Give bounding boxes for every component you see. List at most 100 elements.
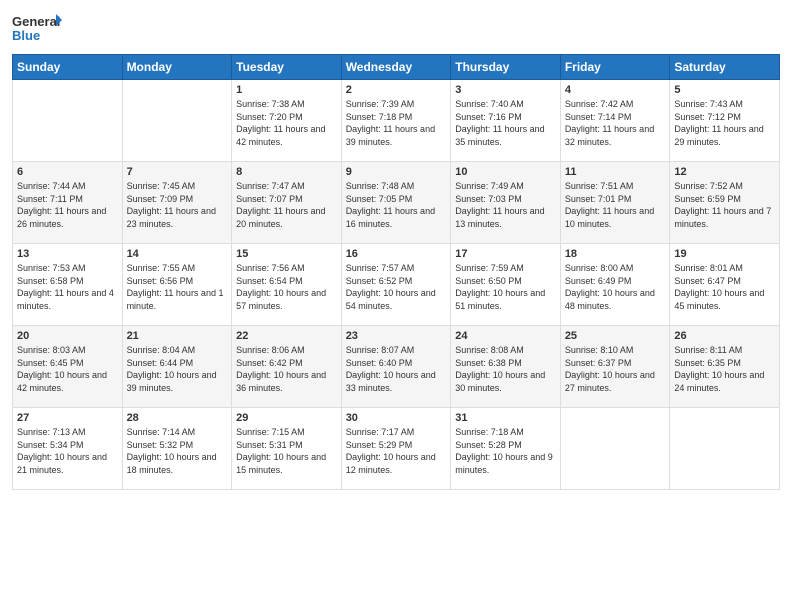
weekday-header-friday: Friday [560,55,670,80]
calendar-cell: 19 Sunrise: 8:01 AMSunset: 6:47 PMDaylig… [670,244,780,326]
calendar-cell: 18 Sunrise: 8:00 AMSunset: 6:49 PMDaylig… [560,244,670,326]
calendar-cell [13,80,123,162]
cell-details: Sunrise: 7:40 AMSunset: 7:16 PMDaylight:… [455,99,544,147]
calendar-cell: 27 Sunrise: 7:13 AMSunset: 5:34 PMDaylig… [13,408,123,490]
cell-details: Sunrise: 7:47 AMSunset: 7:07 PMDaylight:… [236,181,325,229]
day-number: 9 [346,166,447,178]
calendar-cell: 10 Sunrise: 7:49 AMSunset: 7:03 PMDaylig… [451,162,561,244]
calendar-cell: 16 Sunrise: 7:57 AMSunset: 6:52 PMDaylig… [341,244,451,326]
calendar-cell: 17 Sunrise: 7:59 AMSunset: 6:50 PMDaylig… [451,244,561,326]
day-number: 23 [346,330,447,342]
day-number: 16 [346,248,447,260]
day-number: 27 [17,412,118,424]
cell-details: Sunrise: 7:15 AMSunset: 5:31 PMDaylight:… [236,427,326,475]
day-number: 21 [127,330,228,342]
day-number: 10 [455,166,556,178]
day-number: 26 [674,330,775,342]
cell-details: Sunrise: 7:43 AMSunset: 7:12 PMDaylight:… [674,99,763,147]
day-number: 5 [674,84,775,96]
calendar-cell [560,408,670,490]
day-number: 29 [236,412,337,424]
weekday-header-wednesday: Wednesday [341,55,451,80]
calendar-cell: 9 Sunrise: 7:48 AMSunset: 7:05 PMDayligh… [341,162,451,244]
day-number: 3 [455,84,556,96]
day-number: 14 [127,248,228,260]
calendar-cell: 30 Sunrise: 7:17 AMSunset: 5:29 PMDaylig… [341,408,451,490]
day-number: 18 [565,248,666,260]
cell-details: Sunrise: 7:52 AMSunset: 6:59 PMDaylight:… [674,181,771,229]
calendar-cell: 8 Sunrise: 7:47 AMSunset: 7:07 PMDayligh… [232,162,342,244]
weekday-header-thursday: Thursday [451,55,561,80]
day-number: 22 [236,330,337,342]
calendar-cell: 23 Sunrise: 8:07 AMSunset: 6:40 PMDaylig… [341,326,451,408]
day-number: 13 [17,248,118,260]
calendar-cell: 1 Sunrise: 7:38 AMSunset: 7:20 PMDayligh… [232,80,342,162]
cell-details: Sunrise: 7:56 AMSunset: 6:54 PMDaylight:… [236,263,326,311]
cell-details: Sunrise: 7:17 AMSunset: 5:29 PMDaylight:… [346,427,436,475]
cell-details: Sunrise: 8:00 AMSunset: 6:49 PMDaylight:… [565,263,655,311]
calendar-cell: 11 Sunrise: 7:51 AMSunset: 7:01 PMDaylig… [560,162,670,244]
calendar-cell: 31 Sunrise: 7:18 AMSunset: 5:28 PMDaylig… [451,408,561,490]
day-number: 30 [346,412,447,424]
cell-details: Sunrise: 7:39 AMSunset: 7:18 PMDaylight:… [346,99,435,147]
day-number: 4 [565,84,666,96]
svg-text:Blue: Blue [12,28,40,43]
day-number: 1 [236,84,337,96]
cell-details: Sunrise: 8:01 AMSunset: 6:47 PMDaylight:… [674,263,764,311]
calendar-cell [122,80,232,162]
cell-details: Sunrise: 8:03 AMSunset: 6:45 PMDaylight:… [17,345,107,393]
day-number: 2 [346,84,447,96]
calendar-cell: 20 Sunrise: 8:03 AMSunset: 6:45 PMDaylig… [13,326,123,408]
calendar-cell: 15 Sunrise: 7:56 AMSunset: 6:54 PMDaylig… [232,244,342,326]
day-number: 19 [674,248,775,260]
cell-details: Sunrise: 7:38 AMSunset: 7:20 PMDaylight:… [236,99,325,147]
cell-details: Sunrise: 7:49 AMSunset: 7:03 PMDaylight:… [455,181,544,229]
calendar-cell: 26 Sunrise: 8:11 AMSunset: 6:35 PMDaylig… [670,326,780,408]
weekday-header-saturday: Saturday [670,55,780,80]
day-number: 6 [17,166,118,178]
calendar-cell: 14 Sunrise: 7:55 AMSunset: 6:56 PMDaylig… [122,244,232,326]
weekday-header-monday: Monday [122,55,232,80]
cell-details: Sunrise: 7:59 AMSunset: 6:50 PMDaylight:… [455,263,545,311]
calendar-cell: 7 Sunrise: 7:45 AMSunset: 7:09 PMDayligh… [122,162,232,244]
logo: General Blue [12,10,62,46]
calendar-cell: 6 Sunrise: 7:44 AMSunset: 7:11 PMDayligh… [13,162,123,244]
cell-details: Sunrise: 8:08 AMSunset: 6:38 PMDaylight:… [455,345,545,393]
calendar-cell: 12 Sunrise: 7:52 AMSunset: 6:59 PMDaylig… [670,162,780,244]
calendar-cell: 29 Sunrise: 7:15 AMSunset: 5:31 PMDaylig… [232,408,342,490]
calendar-cell: 28 Sunrise: 7:14 AMSunset: 5:32 PMDaylig… [122,408,232,490]
cell-details: Sunrise: 7:44 AMSunset: 7:11 PMDaylight:… [17,181,106,229]
cell-details: Sunrise: 7:48 AMSunset: 7:05 PMDaylight:… [346,181,435,229]
day-number: 20 [17,330,118,342]
cell-details: Sunrise: 7:14 AMSunset: 5:32 PMDaylight:… [127,427,217,475]
svg-text:General: General [12,14,60,29]
cell-details: Sunrise: 7:53 AMSunset: 6:58 PMDaylight:… [17,263,114,311]
cell-details: Sunrise: 8:07 AMSunset: 6:40 PMDaylight:… [346,345,436,393]
cell-details: Sunrise: 8:10 AMSunset: 6:37 PMDaylight:… [565,345,655,393]
calendar-cell: 24 Sunrise: 8:08 AMSunset: 6:38 PMDaylig… [451,326,561,408]
calendar-cell: 5 Sunrise: 7:43 AMSunset: 7:12 PMDayligh… [670,80,780,162]
cell-details: Sunrise: 7:42 AMSunset: 7:14 PMDaylight:… [565,99,654,147]
day-number: 17 [455,248,556,260]
day-number: 15 [236,248,337,260]
calendar-cell: 21 Sunrise: 8:04 AMSunset: 6:44 PMDaylig… [122,326,232,408]
calendar-cell: 13 Sunrise: 7:53 AMSunset: 6:58 PMDaylig… [13,244,123,326]
calendar-cell: 2 Sunrise: 7:39 AMSunset: 7:18 PMDayligh… [341,80,451,162]
cell-details: Sunrise: 8:06 AMSunset: 6:42 PMDaylight:… [236,345,326,393]
day-number: 24 [455,330,556,342]
cell-details: Sunrise: 7:45 AMSunset: 7:09 PMDaylight:… [127,181,216,229]
weekday-header-tuesday: Tuesday [232,55,342,80]
cell-details: Sunrise: 8:11 AMSunset: 6:35 PMDaylight:… [674,345,764,393]
day-number: 31 [455,412,556,424]
calendar-cell [670,408,780,490]
day-number: 12 [674,166,775,178]
cell-details: Sunrise: 7:18 AMSunset: 5:28 PMDaylight:… [455,427,553,475]
day-number: 11 [565,166,666,178]
day-number: 25 [565,330,666,342]
cell-details: Sunrise: 7:13 AMSunset: 5:34 PMDaylight:… [17,427,107,475]
day-number: 28 [127,412,228,424]
cell-details: Sunrise: 7:51 AMSunset: 7:01 PMDaylight:… [565,181,654,229]
calendar-cell: 4 Sunrise: 7:42 AMSunset: 7:14 PMDayligh… [560,80,670,162]
calendar-table: SundayMondayTuesdayWednesdayThursdayFrid… [12,54,780,490]
day-number: 7 [127,166,228,178]
